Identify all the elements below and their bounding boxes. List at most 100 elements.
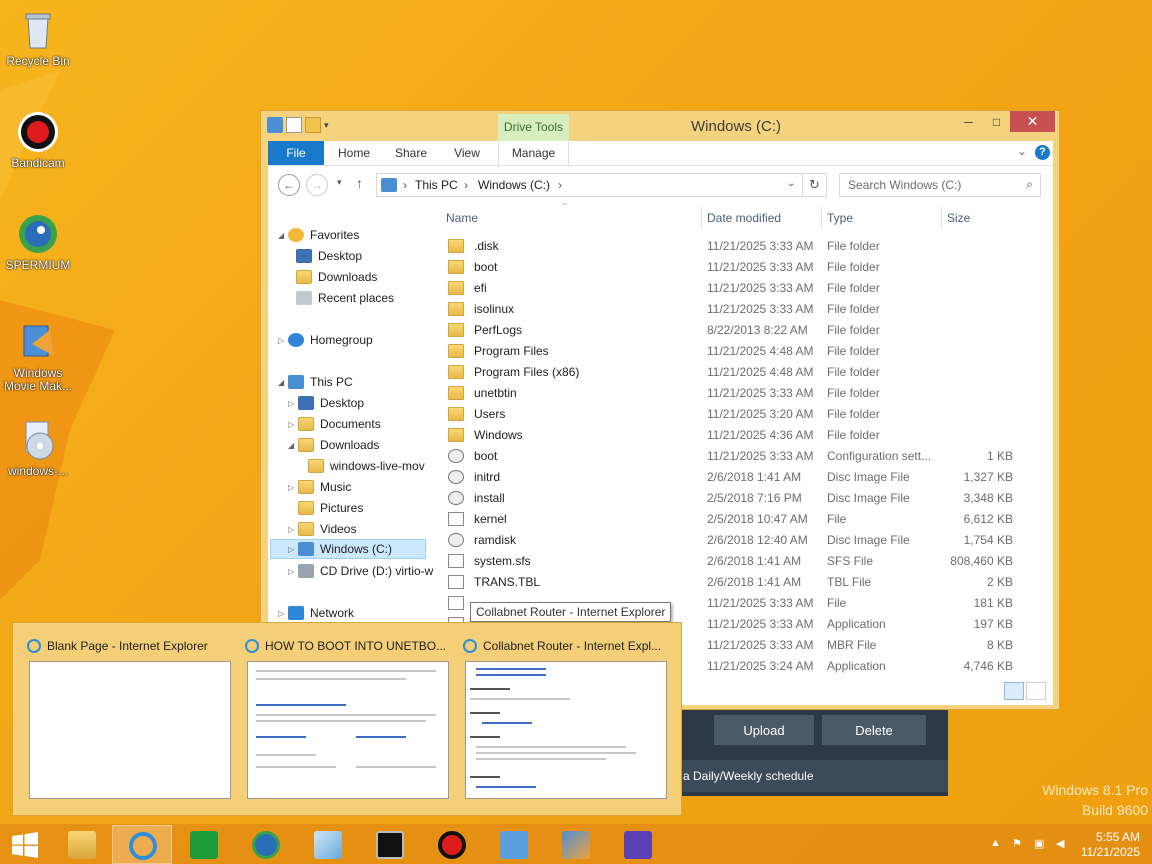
nav-homegroup[interactable]: ▷ Homegroup bbox=[278, 330, 373, 350]
tab-file[interactable]: File bbox=[268, 141, 324, 165]
folder-icon bbox=[448, 428, 464, 442]
refresh-button[interactable]: ↻ bbox=[803, 173, 827, 197]
table-row[interactable]: Program Files (x86) 11/21/2025 4:48 AM Fil… bbox=[438, 362, 1038, 383]
table-row[interactable]: boot 11/21/2025 3:33 AM Configuration sett… bbox=[438, 446, 1038, 467]
table-row[interactable]: .disk 11/21/2025 3:33 AM File folder bbox=[438, 236, 1038, 257]
nav-pc-desktop[interactable]: ▷ Desktop bbox=[288, 393, 364, 413]
up-arrow-icon[interactable]: ↑ bbox=[356, 175, 363, 191]
column-header-type[interactable]: Type bbox=[827, 211, 853, 225]
nav-recent-places[interactable]: Recent places bbox=[296, 288, 394, 308]
start-button[interactable] bbox=[0, 825, 50, 864]
computer-icon[interactable] bbox=[267, 117, 283, 133]
large-icons-view-icon[interactable] bbox=[1026, 682, 1046, 700]
upload-button[interactable]: Upload bbox=[714, 715, 814, 745]
maximize-button[interactable]: □ bbox=[983, 111, 1010, 132]
nav-music[interactable]: ▷ Music bbox=[288, 477, 351, 497]
new-folder-icon[interactable] bbox=[305, 117, 321, 133]
nav-windows-live-folder[interactable]: windows-live-mov bbox=[308, 456, 425, 476]
thumbnail-preview bbox=[247, 661, 449, 799]
address-bar[interactable]: › This PC › Windows (C:) › ⌄ bbox=[376, 173, 803, 197]
file-icon bbox=[448, 512, 464, 526]
folder-icon bbox=[448, 239, 464, 253]
recent-locations-icon[interactable]: ▾ bbox=[337, 177, 342, 188]
column-header-date[interactable]: Date modified bbox=[707, 211, 781, 225]
desktop-icon-windows-live[interactable]: windows-... bbox=[4, 418, 72, 478]
file-type: File folder bbox=[827, 407, 880, 421]
tab-manage[interactable]: Manage bbox=[498, 141, 569, 165]
table-row[interactable]: ramdisk 2/6/2018 12:40 AM Disc Image File 1… bbox=[438, 530, 1038, 551]
close-button[interactable]: ✕ bbox=[1010, 111, 1055, 132]
table-row[interactable]: Windows 11/21/2025 4:36 AM File folder bbox=[438, 425, 1038, 446]
volume-muted-icon[interactable]: ◀ bbox=[1056, 837, 1070, 851]
thumbnail-collabnet-router[interactable]: Collabnet Router - Internet Expl... bbox=[461, 631, 667, 805]
thumbnail-unetbootin[interactable]: HOW TO BOOT INTO UNETBO... bbox=[243, 631, 449, 805]
chevron-down-icon[interactable]: ⌄ bbox=[1017, 144, 1027, 158]
table-row[interactable]: kernel 2/5/2018 10:47 AM File 6,612 KB bbox=[438, 509, 1038, 530]
table-row[interactable]: unetbtin 11/21/2025 3:33 AM File folder bbox=[438, 383, 1038, 404]
table-row[interactable]: PerfLogs 8/22/2013 8:22 AM File folder bbox=[438, 320, 1038, 341]
nav-pictures[interactable]: Pictures bbox=[298, 498, 363, 518]
nav-downloads[interactable]: Downloads bbox=[296, 267, 377, 287]
desktop-icon bbox=[298, 396, 314, 410]
nav-network[interactable]: ▷ Network bbox=[278, 603, 354, 623]
tab-home[interactable]: Home bbox=[330, 141, 378, 165]
search-input[interactable]: Search Windows (C:) ⌕ bbox=[839, 173, 1041, 197]
taskbar-store[interactable] bbox=[174, 825, 234, 864]
table-row[interactable]: initrd 2/6/2018 1:41 AM Disc Image File 1,3… bbox=[438, 467, 1038, 488]
desktop-icon-movie-maker[interactable]: Windows Movie Mak... bbox=[4, 320, 72, 393]
nav-favorites[interactable]: ◢ Favorites bbox=[278, 225, 359, 245]
tab-share[interactable]: Share bbox=[388, 141, 434, 165]
minimize-button[interactable]: ─ bbox=[955, 111, 982, 132]
taskbar-bandicam[interactable] bbox=[422, 825, 482, 864]
delete-button[interactable]: Delete bbox=[822, 715, 926, 745]
clock[interactable]: 5:55 AM 11/21/2025 bbox=[1081, 830, 1140, 860]
desktop-icon-bandicam[interactable]: Bandicam bbox=[4, 110, 72, 170]
column-header-size[interactable]: Size bbox=[947, 211, 970, 225]
nav-cd-drive[interactable]: ▷ CD Drive (D:) virtio-w bbox=[288, 561, 433, 581]
taskbar-network-monitor[interactable] bbox=[484, 825, 544, 864]
desktop-icon-recycle-bin[interactable]: Recycle Bin bbox=[4, 8, 72, 68]
tab-view[interactable]: View bbox=[446, 141, 488, 165]
taskbar-spermium[interactable] bbox=[236, 825, 296, 864]
file-date: 2/6/2018 12:40 AM bbox=[707, 533, 808, 547]
network-icon[interactable]: ▣ bbox=[1034, 837, 1048, 851]
details-view-icon[interactable] bbox=[1004, 682, 1024, 700]
breadcrumb-this-pc[interactable]: This PC bbox=[415, 178, 458, 192]
nav-videos[interactable]: ▷ Videos bbox=[288, 519, 356, 539]
table-row[interactable]: efi 11/21/2025 3:33 AM File folder bbox=[438, 278, 1038, 299]
properties-icon[interactable] bbox=[286, 117, 302, 133]
search-placeholder: Search Windows (C:) bbox=[848, 178, 962, 192]
show-hidden-icons-icon[interactable]: ▲ bbox=[990, 837, 1004, 851]
nav-windows-c[interactable]: ▷ Windows (C:) bbox=[270, 539, 426, 559]
chevron-down-icon[interactable]: ▾ bbox=[324, 120, 329, 131]
taskbar-settings[interactable] bbox=[608, 825, 668, 864]
thumbnail-blank-page[interactable]: Blank Page - Internet Explorer bbox=[25, 631, 231, 805]
address-dropdown-icon[interactable]: ⌄ bbox=[787, 178, 795, 189]
disc-image-icon bbox=[448, 470, 464, 484]
nav-this-pc[interactable]: ◢ This PC bbox=[278, 372, 353, 392]
nav-pc-downloads[interactable]: ◢ Downloads bbox=[288, 435, 379, 455]
back-button[interactable]: ← bbox=[278, 174, 300, 196]
table-row[interactable]: isolinux 11/21/2025 3:33 AM File folder bbox=[438, 299, 1038, 320]
nav-documents[interactable]: ▷ Documents bbox=[288, 414, 381, 434]
desktop-icon-spermium[interactable]: SPERMIUM bbox=[4, 212, 72, 272]
taskbar-command-prompt[interactable] bbox=[360, 825, 420, 864]
taskbar-file-explorer[interactable] bbox=[52, 825, 112, 864]
taskbar-notepad[interactable] bbox=[298, 825, 358, 864]
column-header-name[interactable]: Name bbox=[446, 211, 478, 225]
table-row[interactable]: TRANS.TBL 2/6/2018 1:41 AM TBL File 2 KB bbox=[438, 572, 1038, 593]
table-row[interactable]: Program Files 11/21/2025 4:48 AM File fold… bbox=[438, 341, 1038, 362]
table-row[interactable]: Users 11/21/2025 3:20 AM File folder bbox=[438, 404, 1038, 425]
help-icon[interactable]: ? bbox=[1035, 145, 1050, 160]
file-icon bbox=[448, 596, 464, 610]
taskbar-movie-maker[interactable] bbox=[546, 825, 606, 864]
collapsed-icon: ▷ bbox=[278, 608, 285, 618]
table-row[interactable]: system.sfs 2/6/2018 1:41 AM SFS File 808,46… bbox=[438, 551, 1038, 572]
action-center-flag-icon[interactable]: ⚑ bbox=[1012, 837, 1026, 851]
taskbar-internet-explorer[interactable] bbox=[112, 825, 172, 864]
table-row[interactable]: boot 11/21/2025 3:33 AM File folder bbox=[438, 257, 1038, 278]
forward-button[interactable]: → bbox=[306, 174, 328, 196]
breadcrumb-drive[interactable]: Windows (C:) bbox=[478, 178, 550, 192]
nav-desktop[interactable]: Desktop bbox=[296, 246, 362, 266]
table-row[interactable]: install 2/5/2018 7:16 PM Disc Image File 3,… bbox=[438, 488, 1038, 509]
